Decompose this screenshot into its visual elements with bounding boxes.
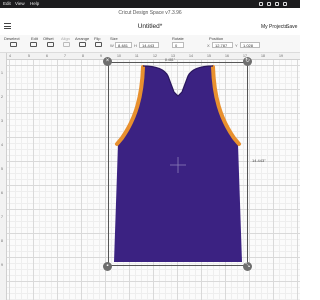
ruler-label: 14: [189, 53, 193, 58]
app-title: Cricut Design Space v7.3.96: [118, 10, 182, 16]
ruler-label: 7: [64, 53, 66, 58]
offset-tool[interactable]: Offset: [43, 36, 61, 51]
selection-box[interactable]: [108, 62, 248, 266]
menu-edit[interactable]: Edit: [3, 1, 11, 6]
ruler-label: 7: [1, 215, 3, 219]
flip-label: Flip: [94, 36, 101, 41]
width-input[interactable]: 8.481: [115, 42, 132, 48]
ruler-label: 8: [1, 239, 3, 243]
control-center-icon: [283, 2, 287, 6]
ruler-label: 9: [1, 263, 3, 267]
ruler-label: 5: [1, 167, 3, 171]
ruler-label: 6: [46, 53, 48, 58]
ruler-label: 3: [1, 119, 3, 123]
ruler-label: 10: [117, 53, 121, 58]
y-prefix: Y: [235, 42, 238, 48]
ruler-vertical: 1 2 3 4 5 6 7 8 9: [0, 53, 7, 300]
rotate-input[interactable]: 0: [172, 42, 184, 48]
lock-handle-icon[interactable]: ▪: [103, 262, 112, 271]
menu-help[interactable]: Help: [30, 1, 39, 6]
offset-icon: [47, 42, 54, 47]
flip-icon: [95, 42, 102, 47]
position-label: Position: [209, 36, 224, 41]
ruler-label: 6: [1, 191, 3, 195]
app-header: Cricut Design Space v7.3.96 Untitled* My…: [0, 8, 300, 36]
wifi-icon: [267, 2, 271, 6]
deselect-label: Deselect: [4, 36, 20, 41]
ruler-label: 16: [225, 53, 229, 58]
ruler-label: 5: [28, 53, 30, 58]
width-dimension-label: 8.481": [165, 58, 176, 62]
align-label: Align: [61, 36, 70, 41]
size-group: Size W 8.481 H 14.443: [110, 36, 162, 51]
resize-handle-icon[interactable]: ⤡: [243, 262, 252, 271]
ruler-label: 13: [171, 53, 175, 58]
ruler-label: 2: [1, 95, 3, 99]
rotate-handle-icon[interactable]: ↻: [243, 57, 252, 66]
my-projects-link[interactable]: My Projects: [261, 24, 287, 30]
height-input[interactable]: 14.443: [139, 42, 159, 48]
x-prefix: X: [207, 42, 210, 48]
ruler-label: 1: [1, 71, 3, 75]
width-prefix: W: [110, 42, 114, 48]
flip-tool[interactable]: Flip: [94, 36, 106, 51]
ruler-label: 12: [153, 53, 157, 58]
deselect-tool[interactable]: Deselect: [4, 36, 26, 51]
x-position-input[interactable]: 12.787: [212, 42, 233, 48]
search-icon: [275, 2, 279, 6]
ruler-label: 4: [9, 53, 11, 58]
delete-handle-icon[interactable]: ×: [103, 57, 112, 66]
ruler-label: 15: [207, 53, 211, 58]
ruler-horizontal: 4 5 6 7 8 9 10 11 12 13 14 15 16 17 18 1…: [0, 53, 300, 60]
y-position-input[interactable]: 1.028: [240, 42, 260, 48]
height-prefix: H: [134, 42, 137, 48]
menu-view[interactable]: View: [15, 1, 25, 6]
ruler-label: 19: [279, 53, 283, 58]
ruler-label: 9: [100, 53, 102, 58]
ruler-label: 11: [135, 53, 139, 58]
ruler-label: 4: [1, 143, 3, 147]
position-group: Position X 12.787 Y 1.028: [207, 36, 265, 51]
rotate-group: Rotate 0: [172, 36, 194, 51]
ruler-label: 18: [261, 53, 265, 58]
system-menubar: Edit View Help: [0, 0, 300, 8]
align-icon: [63, 42, 70, 47]
save-button[interactable]: Save: [286, 24, 297, 30]
offset-label: Offset: [43, 36, 54, 41]
ruler-label: 8: [82, 53, 84, 58]
rotate-label: Rotate: [172, 36, 184, 41]
arrange-icon: [79, 42, 86, 47]
deselect-icon: [10, 42, 17, 47]
edit-toolbar: Deselect Edit Offset Align Arrange Flip …: [0, 35, 300, 53]
height-dimension-label: 14.443": [252, 158, 266, 163]
scissors-icon: [30, 42, 37, 47]
size-label: Size: [110, 36, 118, 41]
edit-label: Edit: [31, 36, 38, 41]
status-icons: [257, 1, 297, 7]
arrange-tool[interactable]: Arrange: [75, 36, 93, 51]
arrange-label: Arrange: [75, 36, 90, 41]
battery-icon: [259, 2, 263, 6]
document-title: Untitled*: [137, 23, 163, 30]
edit-tool[interactable]: Edit: [29, 36, 43, 51]
align-tool[interactable]: Align: [61, 36, 75, 51]
